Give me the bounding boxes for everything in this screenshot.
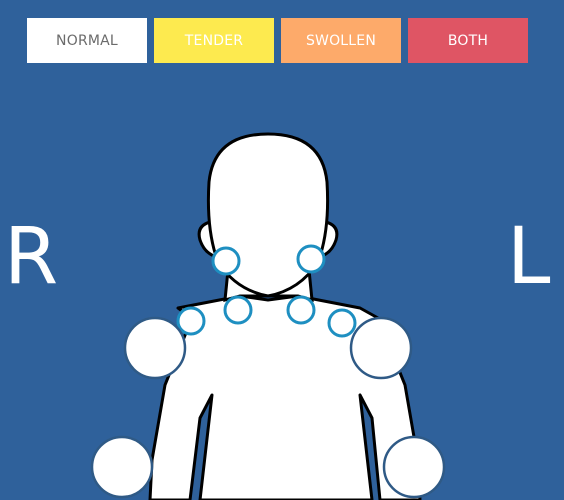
acromioclavicular-joint-left[interactable] [327,308,357,338]
acromioclavicular-joint-right[interactable] [176,306,206,336]
body-figure [90,132,446,500]
jaw-joint-left[interactable] [296,244,326,274]
jaw-joint-right[interactable] [211,246,241,276]
shoulder-joint-left[interactable] [349,316,413,380]
sternoclavicular-joint-right[interactable] [223,295,253,325]
shoulder-joint-right[interactable] [123,316,187,380]
elbow-joint-left[interactable] [382,435,446,499]
sternoclavicular-joint-left[interactable] [286,295,316,325]
elbow-joint-right[interactable] [90,435,154,499]
